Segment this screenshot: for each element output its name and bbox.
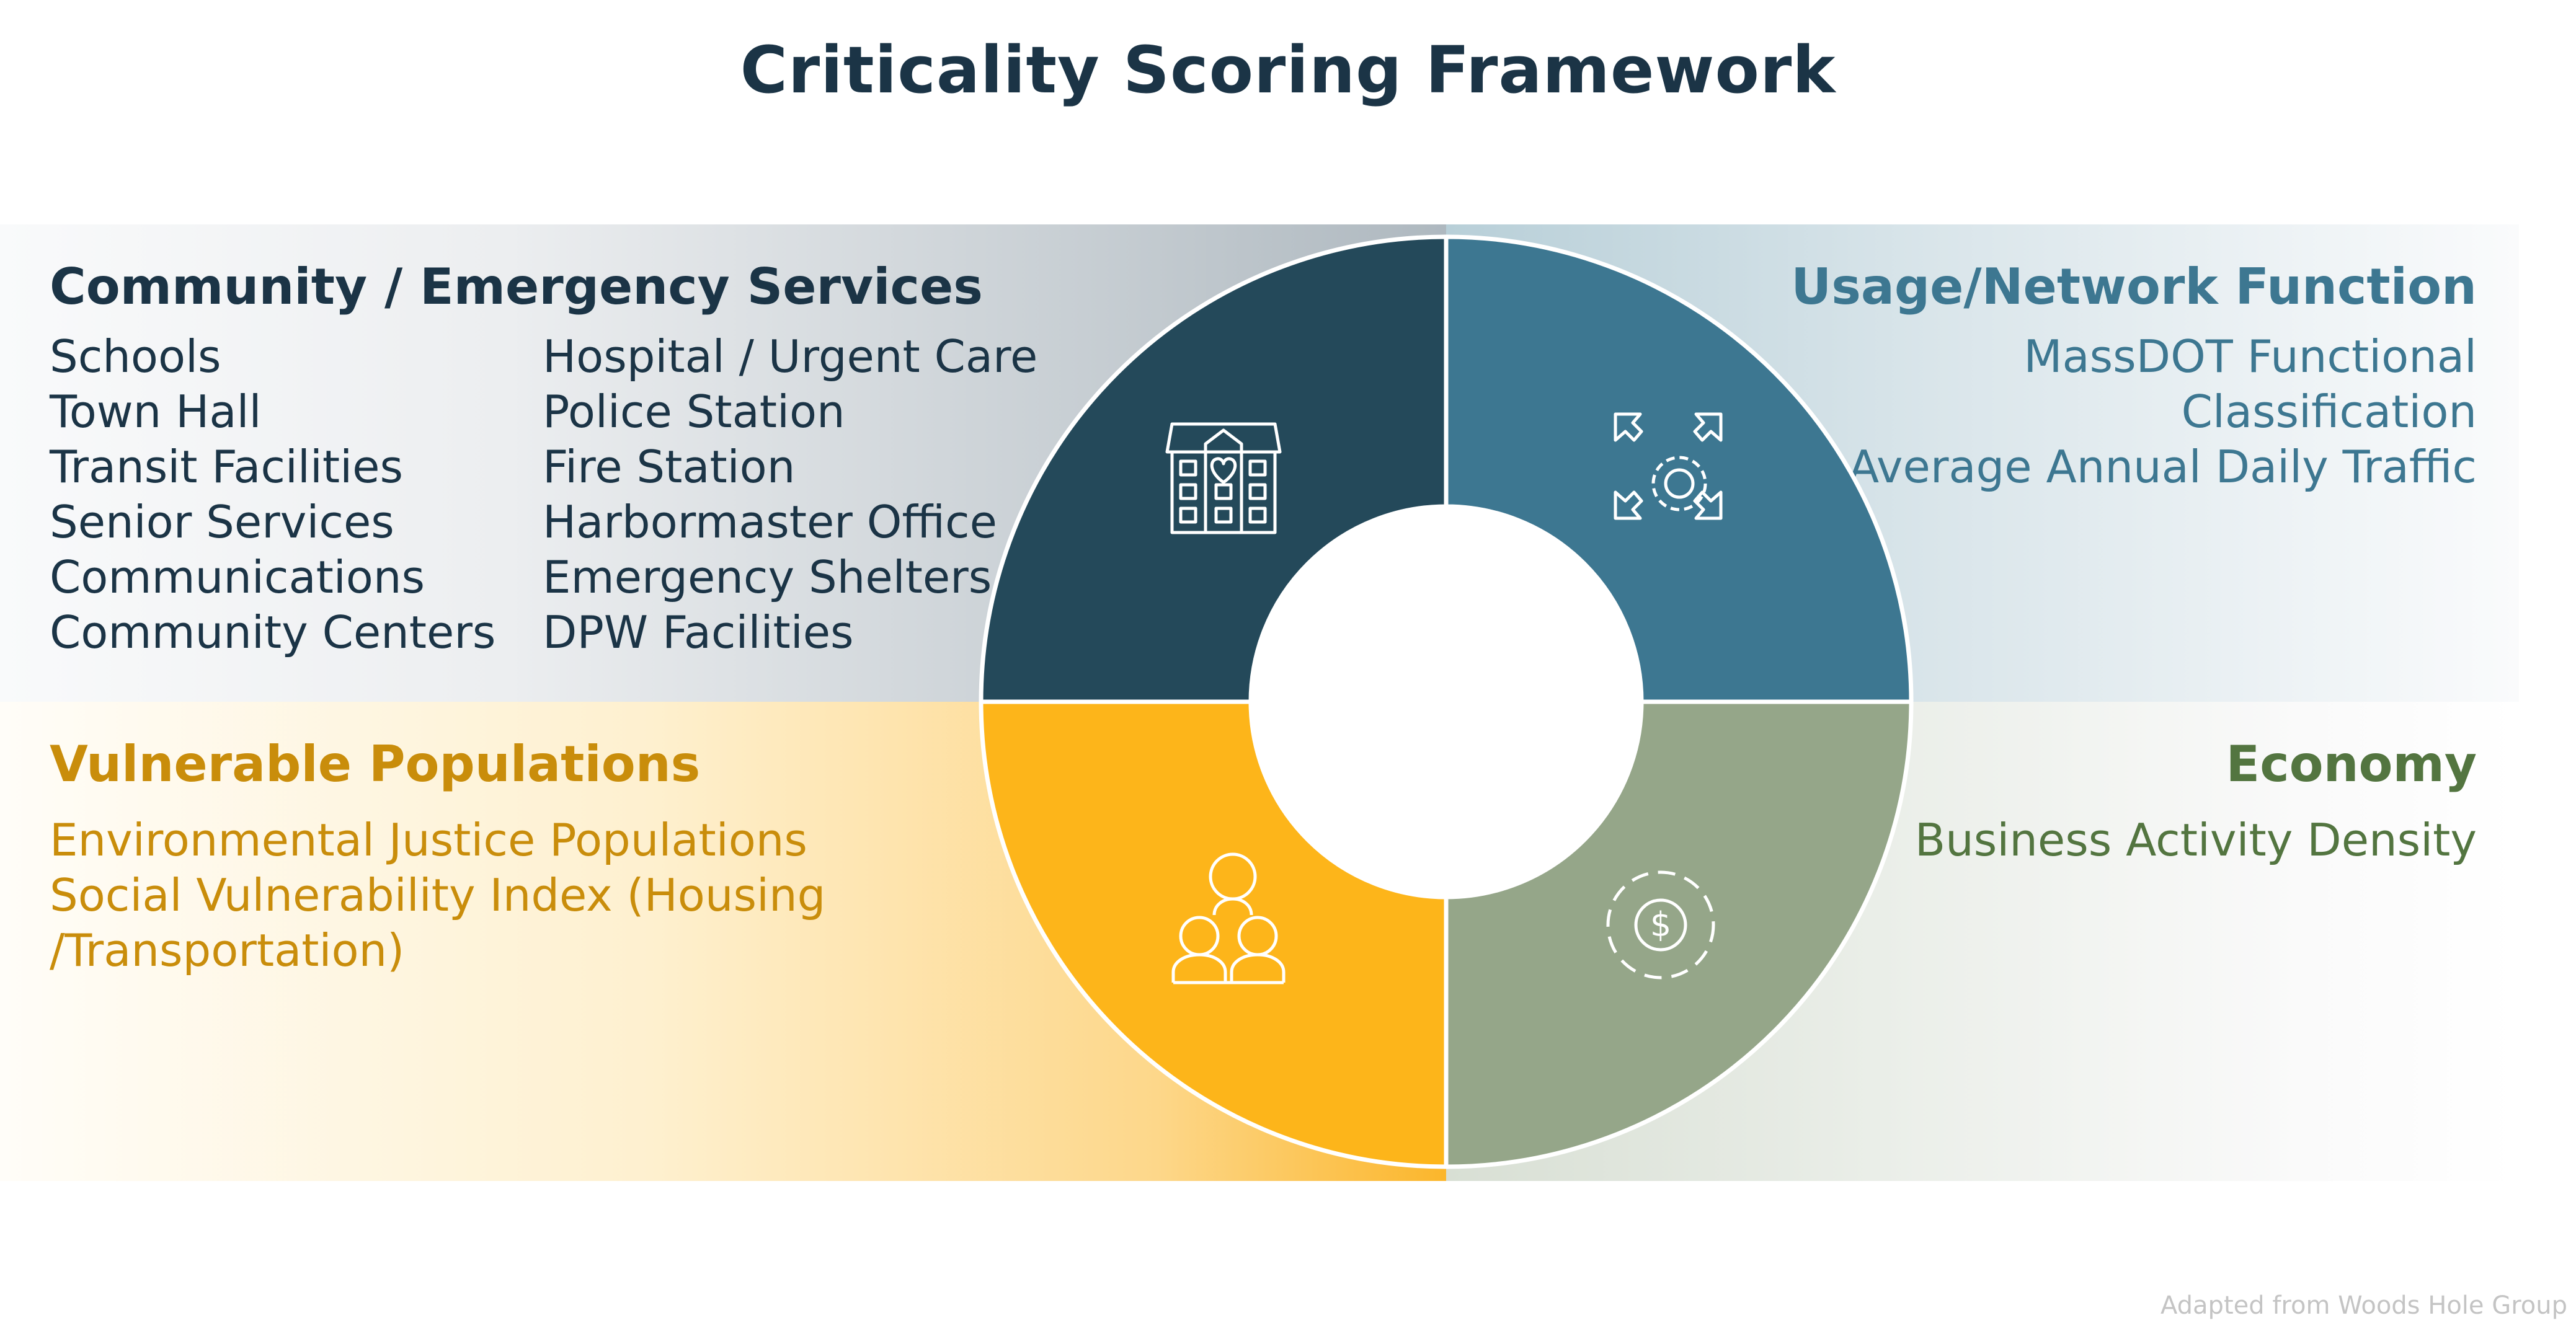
- svg-text:$: $: [1650, 905, 1671, 944]
- source-attribution: Adapted from Woods Hole Group: [2160, 1291, 2567, 1320]
- criticality-ring: $: [979, 234, 1914, 1169]
- ring-center-hole: [1253, 508, 1640, 895]
